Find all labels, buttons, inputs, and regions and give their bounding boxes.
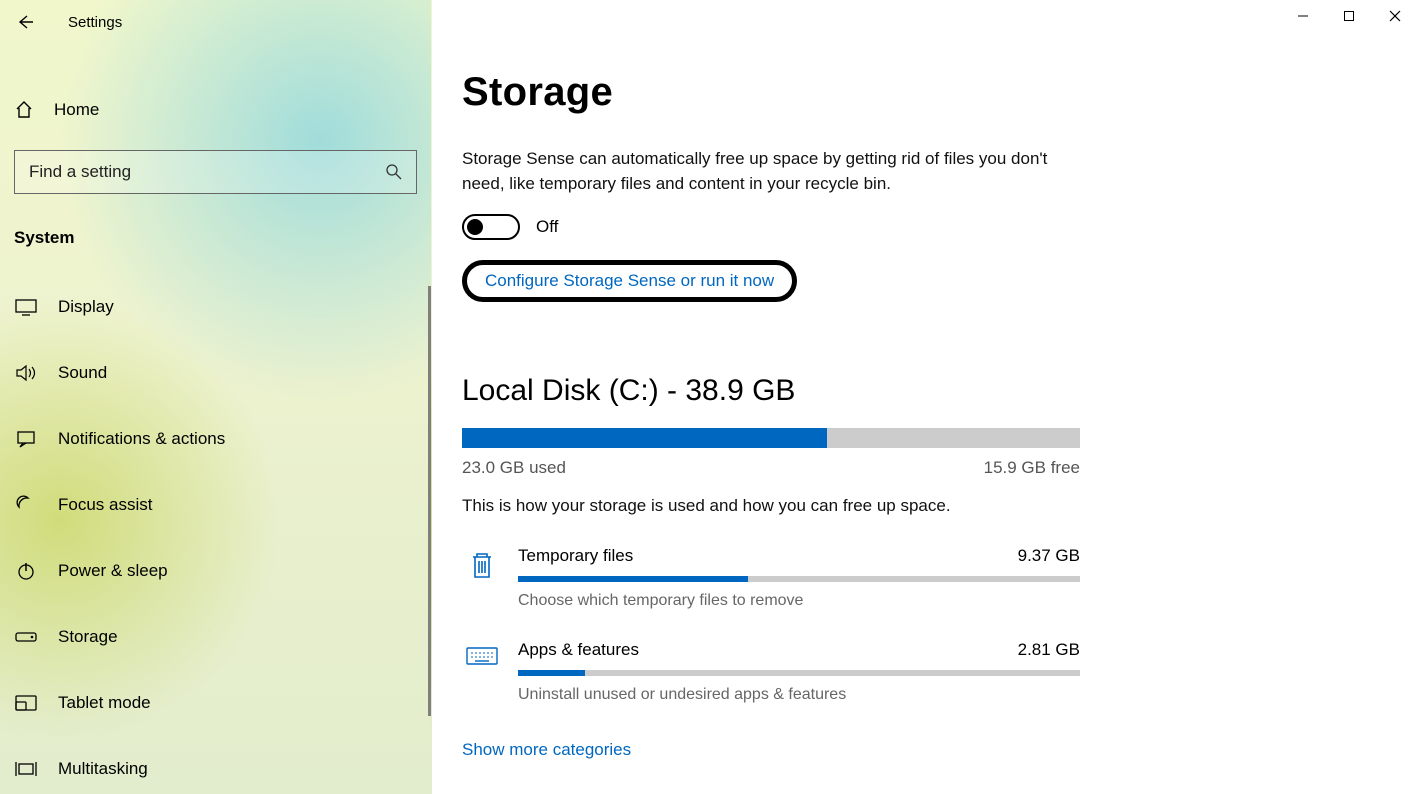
display-icon [14, 298, 38, 316]
category-body: Temporary files 9.37 GB Choose which tem… [518, 546, 1080, 610]
configure-link-highlight: Configure Storage Sense or run it now [462, 260, 797, 302]
toggle-state-label: Off [536, 217, 558, 237]
disk-title: Local Disk (C:) - 38.9 GB [462, 374, 1358, 408]
sidebar: Settings Home System Display Sound [0, 0, 432, 794]
search-input[interactable] [14, 150, 417, 194]
back-button[interactable] [10, 7, 40, 37]
sidebar-item-label: Notifications & actions [58, 429, 225, 449]
sidebar-item-power-sleep[interactable]: Power & sleep [0, 538, 431, 604]
window-controls [1280, 0, 1418, 32]
disk-used-label: 23.0 GB used [462, 458, 566, 478]
disk-free-label: 15.9 GB free [984, 458, 1080, 478]
sound-icon [14, 364, 38, 382]
sidebar-section-title: System [14, 228, 431, 248]
page-title: Storage [462, 70, 1358, 115]
search-container [14, 150, 417, 194]
sidebar-item-label: Focus assist [58, 495, 152, 515]
main-content: Storage Storage Sense can automatically … [432, 0, 1418, 794]
category-bar [518, 670, 1080, 676]
sidebar-item-label: Display [58, 297, 114, 317]
category-bar [518, 576, 1080, 582]
home-icon [14, 100, 36, 120]
sidebar-nav: Display Sound Notifications & actions Fo… [0, 274, 431, 794]
category-temporary-files[interactable]: Temporary files 9.37 GB Choose which tem… [462, 546, 1080, 610]
close-button[interactable] [1372, 0, 1418, 32]
sidebar-item-label: Multitasking [58, 759, 148, 779]
storage-sense-toggle[interactable] [462, 214, 520, 240]
sidebar-item-storage[interactable]: Storage [0, 604, 431, 670]
storage-sense-toggle-row: Off [462, 214, 1358, 240]
keyboard-icon [462, 640, 502, 704]
trash-icon [462, 546, 502, 610]
multitasking-icon [14, 760, 38, 778]
notifications-icon [14, 429, 38, 449]
titlebar: Settings [0, 0, 431, 44]
sidebar-item-label: Sound [58, 363, 107, 383]
maximize-button[interactable] [1326, 0, 1372, 32]
disk-usage-fill [462, 428, 827, 448]
storage-sense-description: Storage Sense can automatically free up … [462, 147, 1062, 196]
category-name: Apps & features [518, 640, 639, 660]
disk-usage-meta: 23.0 GB used 15.9 GB free [462, 458, 1080, 478]
sidebar-item-home[interactable]: Home [0, 86, 431, 134]
category-bar-fill [518, 670, 585, 676]
sidebar-item-display[interactable]: Display [0, 274, 431, 340]
sidebar-item-label: Tablet mode [58, 693, 151, 713]
category-size: 2.81 GB [1018, 640, 1080, 660]
category-body: Apps & features 2.81 GB Uninstall unused… [518, 640, 1080, 704]
category-name: Temporary files [518, 546, 633, 566]
category-size: 9.37 GB [1018, 546, 1080, 566]
sidebar-item-multitasking[interactable]: Multitasking [0, 736, 431, 794]
category-apps-features[interactable]: Apps & features 2.81 GB Uninstall unused… [462, 640, 1080, 704]
sidebar-item-sound[interactable]: Sound [0, 340, 431, 406]
sidebar-item-label: Home [54, 100, 99, 120]
sidebar-item-tablet-mode[interactable]: Tablet mode [0, 670, 431, 736]
tablet-icon [14, 694, 38, 712]
configure-storage-sense-link[interactable]: Configure Storage Sense or run it now [485, 271, 774, 290]
sidebar-item-label: Power & sleep [58, 561, 168, 581]
sidebar-scrollbar[interactable] [428, 286, 431, 716]
disk-usage-bar [462, 428, 1080, 448]
minimize-button[interactable] [1280, 0, 1326, 32]
category-subtext: Uninstall unused or undesired apps & fea… [518, 686, 1080, 704]
storage-icon [14, 630, 38, 644]
app-title: Settings [68, 14, 122, 31]
toggle-knob [467, 219, 483, 235]
power-icon [14, 561, 38, 581]
show-more-categories-link[interactable]: Show more categories [462, 740, 631, 760]
sidebar-item-label: Storage [58, 627, 118, 647]
usage-description: This is how your storage is used and how… [462, 496, 1358, 516]
focus-assist-icon [14, 495, 38, 515]
category-subtext: Choose which temporary files to remove [518, 592, 1080, 610]
category-bar-fill [518, 576, 748, 582]
sidebar-item-focus-assist[interactable]: Focus assist [0, 472, 431, 538]
sidebar-item-notifications[interactable]: Notifications & actions [0, 406, 431, 472]
